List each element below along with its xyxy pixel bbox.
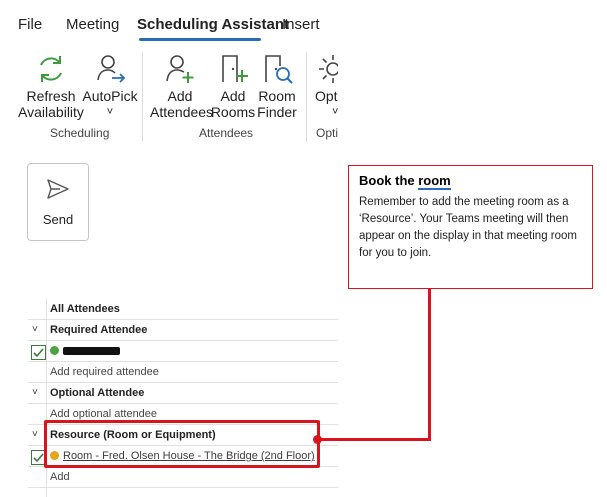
active-tab-indicator: [139, 38, 261, 41]
callout-title-prefix: Book the: [359, 173, 419, 188]
room-finder-button[interactable]: Room Finder: [256, 52, 298, 120]
options-chevron-icon: ˅: [332, 106, 338, 118]
book-room-callout: Book the room Remember to add the meetin…: [348, 165, 593, 289]
ribbon: File Meeting Scheduling Assistant Insert…: [0, 0, 338, 148]
chevron-down-icon: ˅: [106, 106, 114, 118]
callout-connector: [428, 288, 431, 440]
add-required-attendee-row[interactable]: Add required attendee: [28, 362, 338, 383]
grid-header: All Attendees: [28, 299, 338, 320]
ribbon-tabs: File Meeting Scheduling Assistant Insert: [0, 0, 338, 41]
add-rooms-label-1: Add: [220, 88, 246, 104]
send-icon: [47, 179, 69, 199]
add-attendees-button[interactable]: Add Attendees: [150, 52, 214, 120]
group-label-attendees: Attendees: [199, 126, 254, 140]
room-finder-label-1: Room: [258, 88, 296, 104]
add-required-attendee-input[interactable]: Add required attendee: [50, 366, 159, 378]
available-status-icon: [50, 346, 59, 355]
resource-highlight-box: [44, 420, 320, 468]
tab-scheduling-assistant[interactable]: Scheduling Assistant: [137, 16, 289, 33]
optional-section[interactable]: ˅ Optional Attendee: [28, 383, 338, 404]
options-button[interactable]: Opti ˅: [312, 52, 338, 120]
refresh-availability-button[interactable]: Refresh Availability: [16, 52, 86, 120]
required-section-label: Required Attendee: [50, 324, 148, 336]
optional-section-label: Optional Attendee: [50, 387, 145, 399]
tab-meeting[interactable]: Meeting: [66, 16, 119, 33]
callout-title: Book the room: [359, 173, 451, 190]
callout-title-emphasis: room: [418, 173, 451, 190]
add-person-icon: [166, 55, 194, 83]
add-optional-attendee-input[interactable]: Add optional attendee: [50, 408, 157, 420]
group-label-scheduling: Scheduling: [50, 126, 110, 140]
checkmark-icon: [33, 348, 44, 358]
gear-icon: [319, 55, 338, 83]
refresh-label-1: Refresh: [26, 88, 76, 104]
add-resource-row[interactable]: Add: [28, 467, 338, 488]
add-rooms-label-2: Rooms: [210, 104, 256, 120]
required-section[interactable]: ˅ Required Attendee: [28, 320, 338, 341]
add-resource-input[interactable]: Add: [50, 471, 70, 483]
add-attendees-label-2: Attendees: [150, 104, 214, 120]
tab-insert[interactable]: Insert: [282, 16, 320, 33]
send-label: Send: [42, 212, 74, 227]
chevron-down-icon[interactable]: ˅: [32, 429, 38, 440]
add-rooms-button[interactable]: Add Rooms: [210, 52, 256, 120]
chevron-down-icon[interactable]: ˅: [32, 387, 38, 398]
tab-file[interactable]: File: [18, 16, 42, 33]
callout-body: Remember to add the meeting room as a ‘R…: [359, 196, 577, 259]
door-add-icon: [222, 55, 248, 82]
attendee-row[interactable]: [28, 341, 338, 362]
options-label: Opti: [315, 88, 338, 104]
refresh-label-2: Availability: [18, 104, 84, 120]
room-finder-label-2: Finder: [257, 104, 297, 120]
all-attendees-header: All Attendees: [50, 303, 120, 315]
redacted-attendee-name: [63, 347, 120, 355]
chevron-down-icon[interactable]: ˅: [32, 324, 38, 335]
group-label-options: Opti: [316, 126, 338, 140]
autopick-label: AutoPick: [82, 88, 138, 104]
group-separator: [306, 52, 307, 142]
room-finder-icon: [265, 55, 293, 84]
add-attendees-label-1: Add: [167, 88, 193, 104]
attendee-checkbox[interactable]: [31, 345, 46, 360]
autopick-button[interactable]: AutoPick ˅: [82, 52, 138, 120]
group-separator: [142, 52, 143, 142]
person-arrow-icon: [97, 55, 126, 83]
send-button[interactable]: Send: [27, 163, 89, 241]
refresh-icon: [40, 56, 62, 82]
